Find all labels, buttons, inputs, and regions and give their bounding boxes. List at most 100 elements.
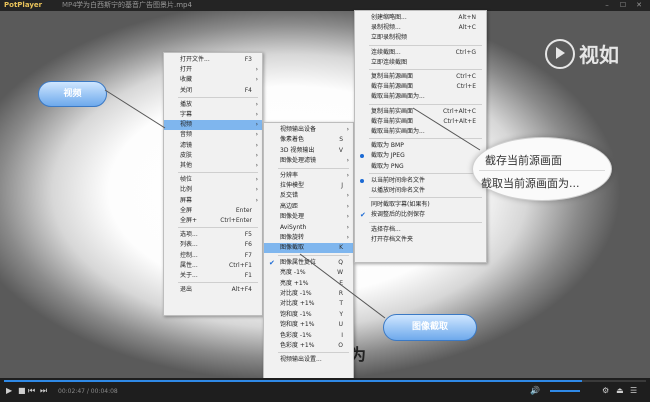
menu-item[interactable]: 收藏 › (164, 75, 262, 85)
menu-item[interactable]: 像素着色 S (264, 135, 353, 145)
menu-separator (178, 172, 258, 174)
menu-item-label: 音频 (180, 131, 193, 139)
menu-item[interactable]: 饱和度 -1% Y (264, 310, 353, 320)
menu-item[interactable]: 以播放时间命名文件 (355, 186, 486, 196)
menu-item[interactable]: 复制当前实画面 Ctrl+Alt+C (355, 107, 486, 117)
menu-item[interactable]: 关于... F1 (164, 271, 262, 281)
close-icon[interactable]: ✕ (632, 1, 646, 10)
menu-item[interactable]: 高边距 › (264, 202, 353, 212)
playlist-icon[interactable]: ☰ (630, 386, 637, 396)
menu-item[interactable]: 屏幕 › (164, 196, 262, 206)
menu-item[interactable]: 反交错 › (264, 191, 353, 201)
menu-item[interactable]: 复制当前源画面 Ctrl+C (355, 72, 486, 82)
maximize-icon[interactable]: ☐ (616, 1, 630, 10)
menu-item[interactable]: 打开 › (164, 65, 262, 75)
menu-item[interactable]: 截取为 BMP (355, 141, 486, 151)
menu-item[interactable]: 3D 视频输出 V (264, 146, 353, 156)
menu-item[interactable]: 截取为 PNG (355, 162, 486, 172)
menu-item[interactable]: 视频 › (164, 120, 262, 131)
menu-item[interactable]: 截取为 JPEG (355, 151, 486, 161)
menu-item[interactable]: ✔ 按调整后的比例保存 (355, 210, 486, 220)
menu-separator (369, 103, 482, 105)
menu-item[interactable]: 拉伸模型 J (264, 181, 353, 191)
menu-item-label: 播放 (180, 100, 193, 108)
menu-item[interactable]: 图像处理 › (264, 212, 353, 222)
menu-item[interactable]: 亮度 -1% W (264, 268, 353, 278)
menu-item[interactable]: 比例 › (164, 185, 262, 195)
volume-slider[interactable] (550, 390, 580, 392)
menu-item[interactable]: 图像旋转 › (264, 233, 353, 243)
menu-item-label: 饱和度 -1% (280, 310, 312, 318)
play-icon[interactable]: ▶ (6, 386, 12, 396)
menu-item[interactable]: 分辨率 › (264, 171, 353, 181)
volume-icon[interactable]: 🔊 (530, 386, 540, 396)
menu-item[interactable]: 列表... F6 (164, 240, 262, 250)
menu-item[interactable]: 截取当前源画面为... (355, 92, 486, 102)
submenu-arrow-icon: › (346, 126, 349, 133)
menu-item-label: 字幕 (180, 111, 193, 118)
menu-item[interactable]: 选项... F5 (164, 230, 262, 240)
menu-item[interactable]: 截存当前实画面 Ctrl+Alt+E (355, 117, 486, 127)
menu-item[interactable]: AviSynth › (264, 223, 353, 233)
menu-item[interactable]: 立即连续截图 (355, 58, 486, 68)
menu-item-label: AviSynth (280, 223, 307, 231)
menu-item[interactable]: 关闭 F4 (164, 86, 262, 96)
menu-item[interactable]: 全屏+ Ctrl+Enter (164, 216, 262, 226)
menu-item[interactable]: 饱和度 +1% U (264, 320, 353, 330)
menu-item-label: 帧位 (180, 176, 193, 184)
menu-item[interactable]: 视频输出设置... (264, 355, 353, 365)
menu-item[interactable]: 色彩度 -1% I (264, 331, 353, 341)
menu-item[interactable]: 退出 Alt+F4 (164, 285, 262, 295)
stop-icon[interactable]: ■ (18, 386, 26, 396)
menu-item[interactable]: 截存当前源画面 Ctrl+E (355, 82, 486, 92)
menu-item[interactable]: 连续截图... Ctrl+G (355, 48, 486, 58)
next-icon[interactable]: ⏭ (40, 386, 47, 396)
menu-item[interactable]: 对比度 -1% R (264, 289, 353, 299)
menu-separator (278, 254, 349, 256)
eject-icon[interactable]: ⏏ (616, 386, 624, 396)
menu-item-label: 像素着色 (280, 136, 305, 144)
minimize-icon[interactable]: – (600, 1, 614, 10)
menu-item[interactable]: 选择存档... (355, 225, 486, 235)
menu-item-label: 属性... (180, 261, 198, 269)
menu-item-label: 3D 视频输出 (280, 146, 315, 154)
menu-item[interactable]: 创建缩略图... Alt+N (355, 13, 486, 23)
menu-item[interactable]: 音频 › (164, 130, 262, 140)
menu-item[interactable]: 对比度 +1% T (264, 299, 353, 309)
menu-item-label: 截取当前源画面为... (371, 93, 425, 101)
menu-item[interactable]: 视频输出设备 › (264, 125, 353, 135)
menu-item[interactable]: 播放 › (164, 100, 262, 110)
menu-item-shortcut: F7 (244, 251, 252, 259)
menu-item-label: 连续截图... (371, 48, 401, 56)
menu-item[interactable]: ✔ 图像属性复位 Q (264, 258, 353, 268)
menu-item[interactable]: 亮度 +1% E (264, 279, 353, 289)
menu-item[interactable]: 控制... F7 (164, 251, 262, 261)
menu-item[interactable]: 帧位 › (164, 175, 262, 185)
menu-item[interactable]: 色彩度 +1% O (264, 341, 353, 351)
menu-item[interactable]: 打开存档文件夹 (355, 235, 486, 245)
menu-item-label: 截取为 BMP (371, 142, 404, 150)
menu-item[interactable]: 图像处理滤镜 › (264, 156, 353, 166)
menu-item[interactable]: 滤镜 › (164, 141, 262, 151)
menu-item[interactable]: 录制视频... Alt+C (355, 23, 486, 33)
menu-item-label: 截存当前实画面 (371, 117, 414, 125)
menu-item[interactable]: 其他 › (164, 161, 262, 171)
menu-item[interactable]: 打开文件... F3 (164, 55, 262, 65)
menu-item[interactable]: 同时截取字幕(如果有) (355, 200, 486, 210)
menu-item[interactable]: 属性... Ctrl+F1 (164, 261, 262, 271)
menu-item-label: 屏幕 (180, 196, 193, 204)
checkmark-icon: ✔ (360, 211, 366, 220)
app-logo[interactable]: PotPlayer (4, 0, 42, 11)
menu-item[interactable]: 字幕 › (164, 110, 262, 120)
settings-icon[interactable]: ⚙ (602, 386, 609, 396)
seek-bar[interactable] (4, 380, 646, 382)
menu-item-label: 色彩度 -1% (280, 331, 312, 339)
menu-item-shortcut: Ctrl+C (456, 73, 476, 80)
previous-icon[interactable]: ⏮ (28, 386, 35, 396)
menu-item[interactable]: 全屏 Enter (164, 206, 262, 216)
menu-item[interactable]: 截取当前实画面为... (355, 127, 486, 137)
menu-item[interactable]: 立即录制视频 (355, 33, 486, 43)
menu-item[interactable]: 皮肤 › (164, 151, 262, 161)
menu-item[interactable]: 图像截取 K (264, 243, 353, 254)
menu-item[interactable]: 以当前时间命名文件 (355, 176, 486, 186)
